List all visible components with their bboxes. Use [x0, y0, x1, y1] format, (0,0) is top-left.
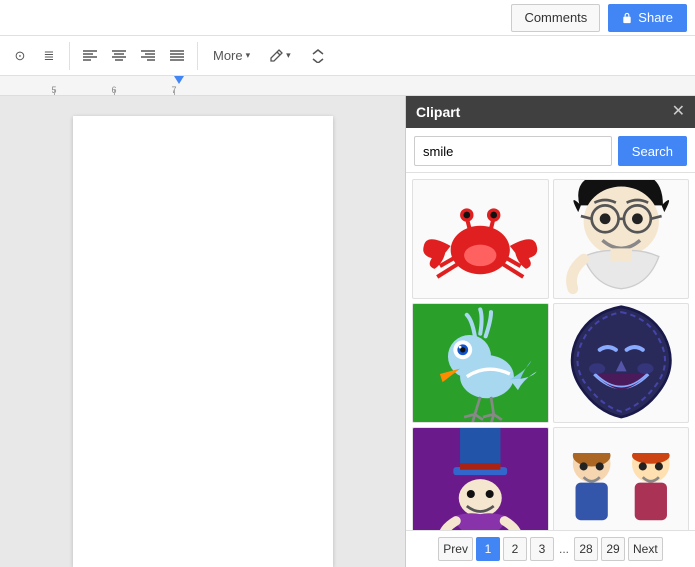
clipart-title: Clipart [416, 104, 460, 120]
pencil-chevron-icon: ▾ [286, 50, 291, 61]
share-label: Share [638, 10, 673, 25]
pencil-icon [268, 48, 284, 64]
more-button[interactable]: More ▾ [204, 42, 259, 70]
pagination-page1-button[interactable]: 1 [476, 537, 500, 561]
clipart-pagination: Prev 1 2 3 ... 28 29 Next [406, 530, 695, 567]
toolbar-lines-btn[interactable]: ≣ [35, 42, 63, 70]
clipart-bottom2-svg [554, 453, 689, 520]
pagination-page28-button[interactable]: 28 [574, 537, 598, 561]
ruler-mark-6: 6 [84, 85, 144, 95]
clipart-grid [406, 173, 695, 530]
clipart-item-crab[interactable] [412, 179, 549, 299]
align-right-icon [140, 49, 156, 63]
toolbar-group-undo: ⊙ ≣ [6, 42, 70, 70]
pagination-next-button[interactable]: Next [628, 537, 663, 561]
toolbar-cd-btn[interactable]: ⊙ [6, 42, 34, 70]
clipart-crab-svg [413, 179, 548, 299]
clipart-bird-svg [413, 303, 548, 423]
clipart-item-bottom1[interactable] [412, 427, 549, 530]
align-justify-btn[interactable] [163, 42, 191, 70]
ruler-cursor-arrow [174, 76, 184, 84]
align-justify-icon [169, 49, 185, 63]
clipart-item-bird[interactable] [412, 303, 549, 423]
share-button[interactable]: Share [608, 4, 687, 32]
pagination-prev-button[interactable]: Prev [438, 537, 473, 561]
align-left-icon [82, 49, 98, 63]
top-bar: Comments Share [0, 0, 695, 36]
clipart-item-dark-smiley[interactable] [553, 303, 690, 423]
document-area [0, 96, 405, 567]
lock-icon [622, 12, 632, 24]
clipart-darksmiley-svg [554, 303, 689, 423]
pagination-ellipsis: ... [557, 542, 571, 556]
clipart-close-button[interactable]: ✕ [672, 104, 685, 120]
document-page [73, 116, 333, 567]
clipart-item-bottom2[interactable] [553, 427, 690, 530]
comments-button[interactable]: Comments [511, 4, 600, 32]
pagination-page3-button[interactable]: 3 [530, 537, 554, 561]
clipart-item-character[interactable] [553, 179, 690, 299]
more-label: More [213, 48, 243, 63]
pagination-page2-button[interactable]: 2 [503, 537, 527, 561]
clipart-search-button[interactable]: Search [618, 136, 687, 166]
clipart-panel: Clipart ✕ Search [405, 96, 695, 567]
ruler: 5 6 7 [0, 76, 695, 96]
collapse-icon [311, 49, 325, 63]
clipart-character-svg [554, 179, 689, 299]
align-center-icon [111, 49, 127, 63]
ruler-mark-7: 7 [144, 85, 204, 95]
toolbar-group-align [76, 42, 198, 70]
toolbar: ⊙ ≣ [0, 36, 695, 76]
ruler-mark-5: 5 [24, 85, 84, 95]
align-left-btn[interactable] [76, 42, 104, 70]
collapse-btn[interactable] [304, 42, 332, 70]
clipart-search-input[interactable] [414, 136, 612, 166]
main-area: Clipart ✕ Search [0, 96, 695, 567]
chevron-down-icon: ▾ [246, 50, 251, 61]
pagination-page29-button[interactable]: 29 [601, 537, 625, 561]
pencil-button[interactable]: ▾ [261, 42, 298, 70]
align-center-btn[interactable] [105, 42, 133, 70]
clipart-bottom1-svg [413, 427, 548, 530]
clipart-header: Clipart ✕ [406, 96, 695, 128]
clipart-search-bar: Search [406, 128, 695, 173]
align-right-btn[interactable] [134, 42, 162, 70]
